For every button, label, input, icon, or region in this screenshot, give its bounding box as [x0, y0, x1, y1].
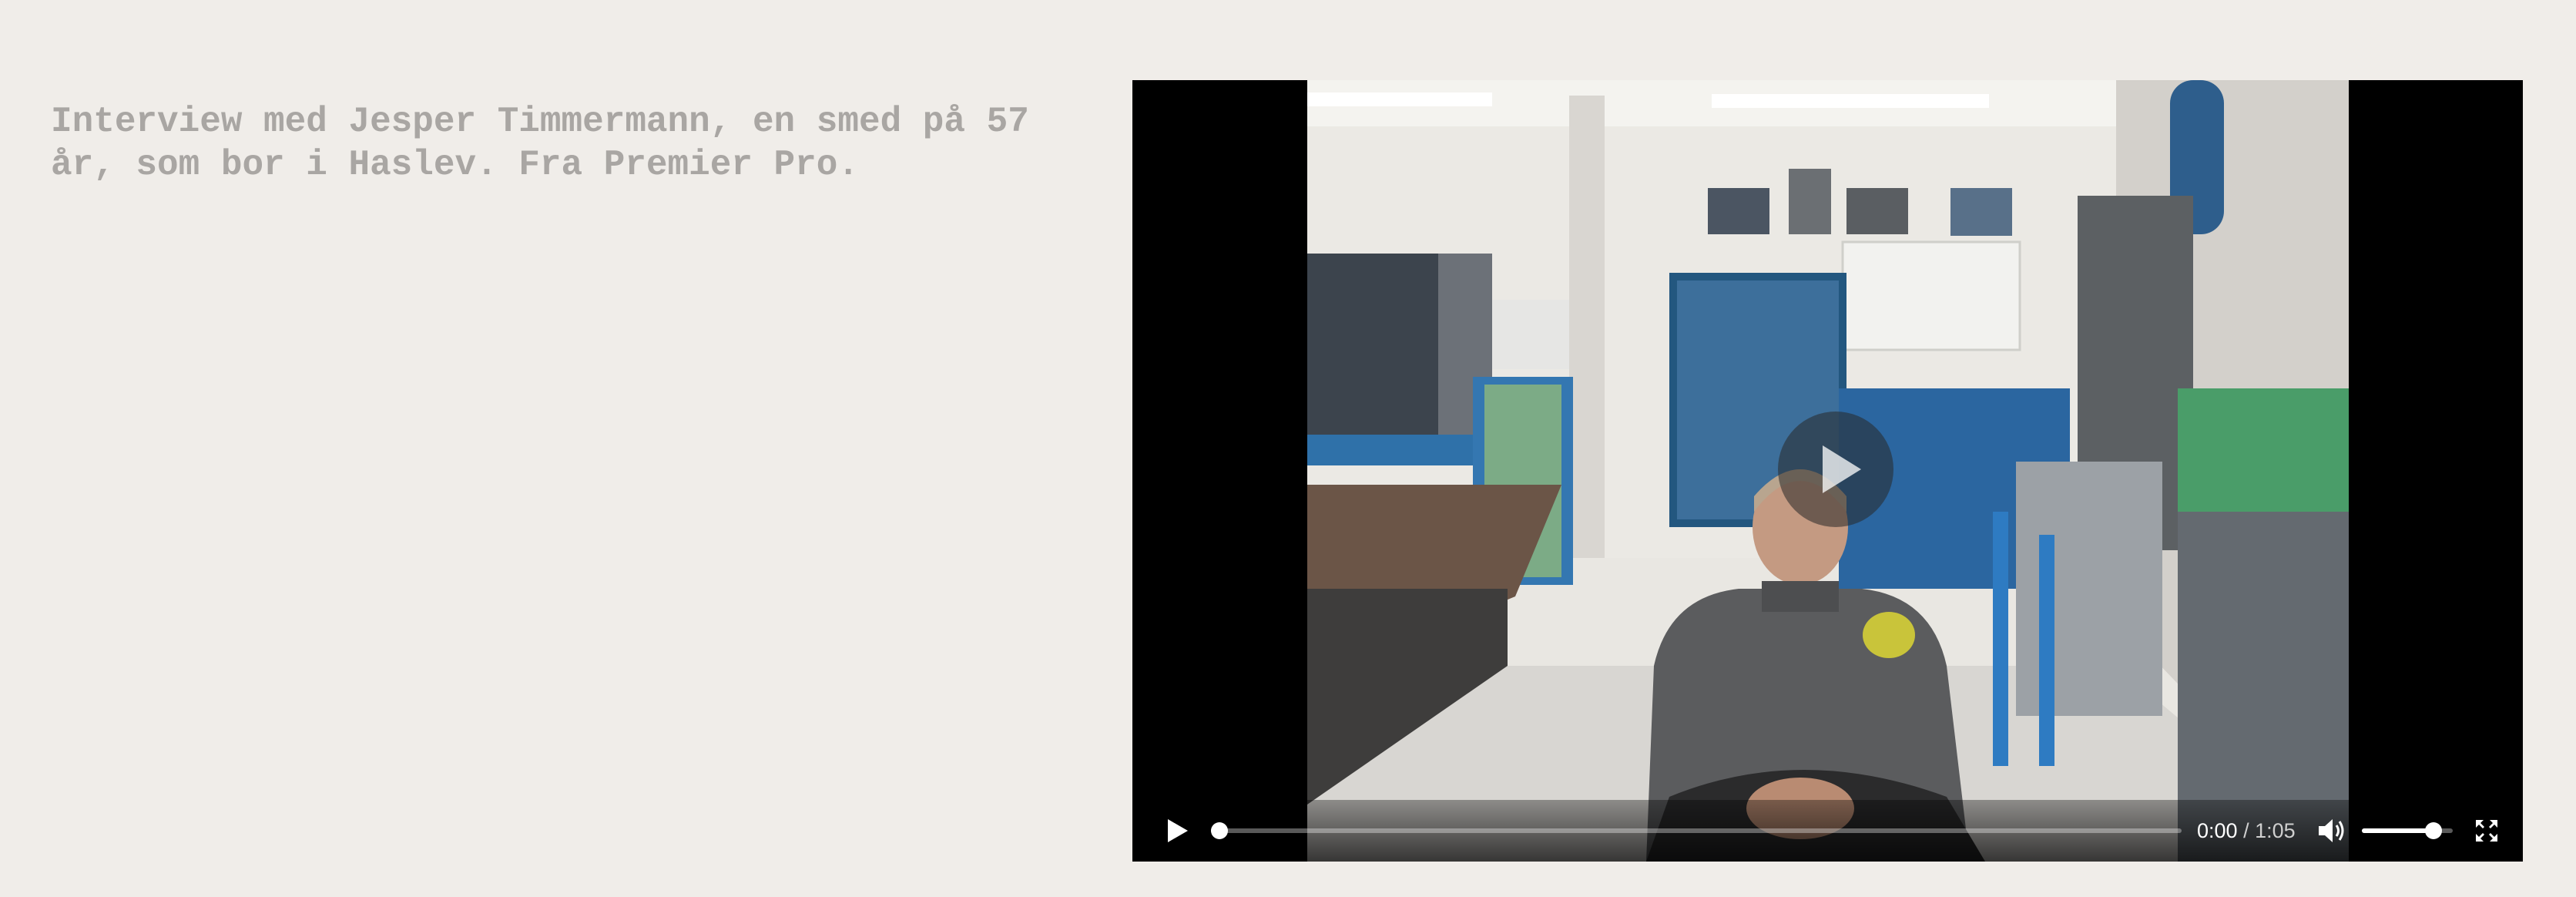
video-caption: Interview med Jesper Timmermann, en smed… — [51, 102, 1029, 185]
big-play-button[interactable] — [1778, 412, 1893, 527]
seek-track — [1211, 828, 2182, 833]
volume-level — [2362, 828, 2433, 833]
time-display: 0:00 / 1:05 — [2197, 817, 2296, 845]
video-controls-bar: 0:00 / 1:05 — [1132, 800, 2523, 862]
volume-handle[interactable] — [2424, 822, 2442, 839]
play-button[interactable] — [1156, 811, 1196, 851]
fullscreen-button[interactable] — [2473, 817, 2501, 845]
duration: 1:05 — [2255, 819, 2296, 842]
seek-slider[interactable] — [1211, 822, 2182, 839]
current-time: 0:00 — [2197, 819, 2238, 842]
fullscreen-icon — [2476, 820, 2497, 842]
seek-handle[interactable] — [1211, 822, 1228, 839]
volume-icon — [2319, 819, 2344, 842]
video-player[interactable]: 0:00 / 1:05 — [1132, 80, 2523, 862]
mute-button[interactable] — [2316, 815, 2346, 846]
time-separator: / — [2237, 819, 2256, 842]
volume-slider[interactable] — [2362, 822, 2453, 839]
